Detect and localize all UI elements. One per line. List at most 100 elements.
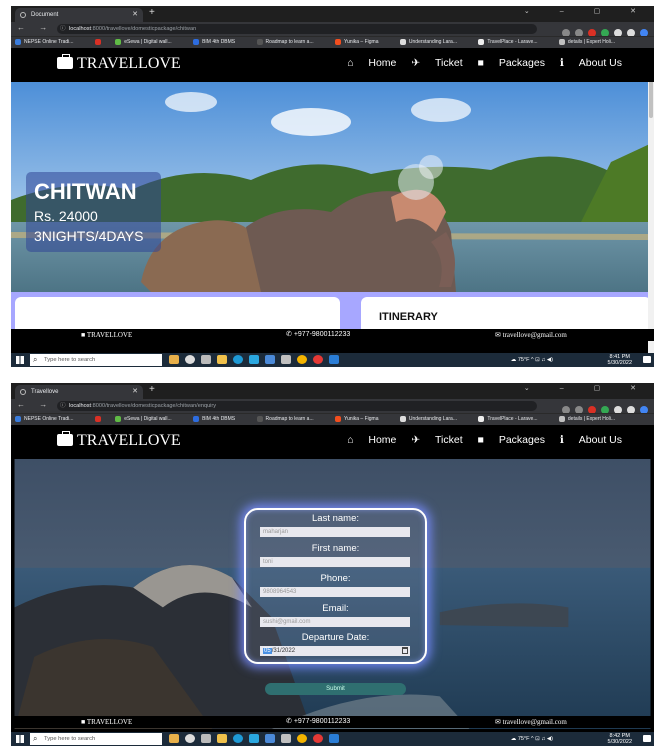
bookmark[interactable]: Roadmap to learn a... xyxy=(256,38,324,45)
calendar-icon[interactable] xyxy=(402,647,408,654)
taskbar-search[interactable]: Type here to search xyxy=(30,733,162,745)
cortana-icon[interactable] xyxy=(185,355,195,364)
edge-icon[interactable] xyxy=(233,734,243,743)
nav-home[interactable]: ⌂ Home xyxy=(347,57,396,69)
opera-icon[interactable] xyxy=(313,734,323,743)
window-controls[interactable]: ⌄ – ▢ ✕ xyxy=(524,384,650,392)
address-bar-row: ← → C ⓘ localhost:8000/travellove/domest… xyxy=(11,22,654,37)
taskbar-apps xyxy=(169,734,345,744)
clock[interactable]: 8:42 PM 5/30/2022 xyxy=(608,733,632,745)
file-explorer-icon[interactable] xyxy=(217,734,227,743)
nav-about[interactable]: ℹ About Us xyxy=(560,434,622,446)
web-page: TRAVELLOVE ⌂ Home ✈ Ticket ■ Packages ℹ … xyxy=(11,425,654,732)
nav-packages[interactable]: ■ Packages xyxy=(478,57,545,69)
edge-icon[interactable] xyxy=(233,355,243,364)
nav-ticket[interactable]: ✈ Ticket xyxy=(411,57,462,69)
info-icon[interactable]: ⓘ xyxy=(60,401,66,411)
taskbar-apps xyxy=(169,355,345,365)
bookmark[interactable]: eSewa | Digital wall... xyxy=(115,38,181,45)
submit-button[interactable]: Submit xyxy=(265,683,406,695)
mail-icon[interactable] xyxy=(265,355,275,364)
globe-icon xyxy=(20,12,26,18)
itinerary-heading: ITINERARY xyxy=(379,311,438,323)
departure-date-field[interactable]: 05/31/2022 xyxy=(260,646,410,656)
date-month-segment: 05 xyxy=(263,648,272,654)
bookmark[interactable]: NEPSE Online Tradi... xyxy=(15,415,83,422)
site-menu: ⌂ Home ✈ Ticket ■ Packages ℹ About Us xyxy=(335,57,622,69)
nav-home[interactable]: ⌂ Home xyxy=(347,434,396,446)
bookmark[interactable]: BIM 4th DBMS xyxy=(193,38,245,45)
windows-start-icon[interactable] xyxy=(16,356,24,364)
file-explorer-icon[interactable] xyxy=(217,355,227,364)
clock[interactable]: 8:41 PM 5/30/2022 xyxy=(608,354,632,366)
bookmark[interactable]: BIM 4th DBMS xyxy=(193,415,245,422)
last-name-field[interactable]: maharjan xyxy=(260,527,410,537)
suitcase-icon xyxy=(57,54,73,69)
footer-email: ✉ travellove@gmail.com xyxy=(495,718,567,726)
system-tray: ☁ 75°F ^ ⊡ ♫ ◀) 8:42 PM 5/30/2022 xyxy=(511,733,648,745)
bookmark[interactable] xyxy=(94,415,104,422)
new-tab-icon[interactable]: + xyxy=(149,384,155,395)
notification-icon[interactable] xyxy=(643,735,651,742)
bookmark[interactable]: TravelPlace - Larave... xyxy=(478,415,547,422)
extension-icons[interactable] xyxy=(557,24,648,37)
bookmark[interactable]: Roadmap to learn a... xyxy=(256,415,324,422)
new-tab-icon[interactable]: + xyxy=(149,7,155,18)
notification-icon[interactable] xyxy=(643,356,651,363)
task-view-icon[interactable] xyxy=(201,734,211,743)
weather-widget[interactable]: ☁ 75°F ^ ⊡ ♫ ◀) xyxy=(511,736,553,742)
bookmark[interactable]: Yunika – Figma xyxy=(335,415,388,422)
browser-tab[interactable]: Travellove ✕ xyxy=(15,385,143,399)
vscode-icon[interactable] xyxy=(329,355,339,364)
first-name-field[interactable]: toni xyxy=(260,557,410,567)
bookmarks-bar: NEPSE Online Tradi... eSewa | Digital wa… xyxy=(11,36,654,48)
globe-icon xyxy=(20,389,26,395)
nav-about[interactable]: ℹ About Us xyxy=(560,57,622,69)
app-icon[interactable] xyxy=(281,355,291,364)
close-tab-icon[interactable]: ✕ xyxy=(132,8,138,22)
mail-icon[interactable] xyxy=(265,734,275,743)
bookmark[interactable]: NEPSE Online Tradi... xyxy=(15,38,83,45)
bookmark[interactable]: eSewa | Digital wall... xyxy=(115,415,181,422)
store-icon[interactable] xyxy=(249,355,259,364)
bookmark[interactable]: Understanding Lara... xyxy=(399,38,467,45)
cortana-icon[interactable] xyxy=(185,734,195,743)
browser-tab[interactable]: Document ✕ xyxy=(15,8,143,22)
bookmark[interactable]: TravelPlace - Larave... xyxy=(478,38,547,45)
app-icon[interactable] xyxy=(169,734,179,743)
windows-start-icon[interactable] xyxy=(16,735,24,743)
window-controls[interactable]: ⌄ – ▢ ✕ xyxy=(524,7,650,15)
chrome-icon[interactable] xyxy=(297,734,307,743)
store-icon[interactable] xyxy=(249,734,259,743)
bookmark[interactable] xyxy=(94,38,104,45)
email-field[interactable]: sushi@gmail.com xyxy=(260,617,410,627)
bookmark[interactable]: details | Expert Holi... xyxy=(558,38,625,45)
bookmark[interactable]: details | Expert Holi... xyxy=(558,415,625,422)
site-menu: ⌂ Home ✈ Ticket ■ Packages ℹ About Us xyxy=(335,434,622,446)
windows-taskbar: Type here to search ☁ 75°F ^ ⊡ ♫ ◀) 8:42… xyxy=(11,732,654,746)
extension-icons[interactable] xyxy=(557,401,648,414)
bookmark[interactable]: Yunika – Figma xyxy=(335,38,388,45)
site-logo[interactable]: TRAVELLOVE xyxy=(57,431,181,451)
close-tab-icon[interactable]: ✕ xyxy=(132,385,138,399)
taskbar-search[interactable]: Type here to search xyxy=(30,354,162,366)
details-section: ITINERARY xyxy=(11,292,654,337)
info-icon[interactable]: ⓘ xyxy=(60,24,66,34)
site-logo[interactable]: TRAVELLOVE xyxy=(57,54,181,74)
nav-packages[interactable]: ■ Packages xyxy=(478,434,545,446)
url-field[interactable]: ⓘ localhost:8000/travellove/domesticpack… xyxy=(57,401,537,411)
bookmarks-bar: NEPSE Online Tradi... eSewa | Digital wa… xyxy=(11,413,654,425)
chrome-icon[interactable] xyxy=(297,355,307,364)
app-icon[interactable] xyxy=(169,355,179,364)
task-view-icon[interactable] xyxy=(201,355,211,364)
footer-phone: ✆ +977-9800112233 xyxy=(286,331,351,338)
opera-icon[interactable] xyxy=(313,355,323,364)
phone-field[interactable]: 9808964543 xyxy=(260,587,410,597)
bookmark[interactable]: Understanding Lara... xyxy=(399,415,467,422)
weather-widget[interactable]: ☁ 75°F ^ ⊡ ♫ ◀) xyxy=(511,357,553,363)
url-field[interactable]: ⓘ localhost:8000/travellove/domesticpack… xyxy=(57,24,537,34)
page-scrollbar[interactable] xyxy=(648,48,654,353)
vscode-icon[interactable] xyxy=(329,734,339,743)
nav-ticket[interactable]: ✈ Ticket xyxy=(411,434,462,446)
app-icon[interactable] xyxy=(281,734,291,743)
